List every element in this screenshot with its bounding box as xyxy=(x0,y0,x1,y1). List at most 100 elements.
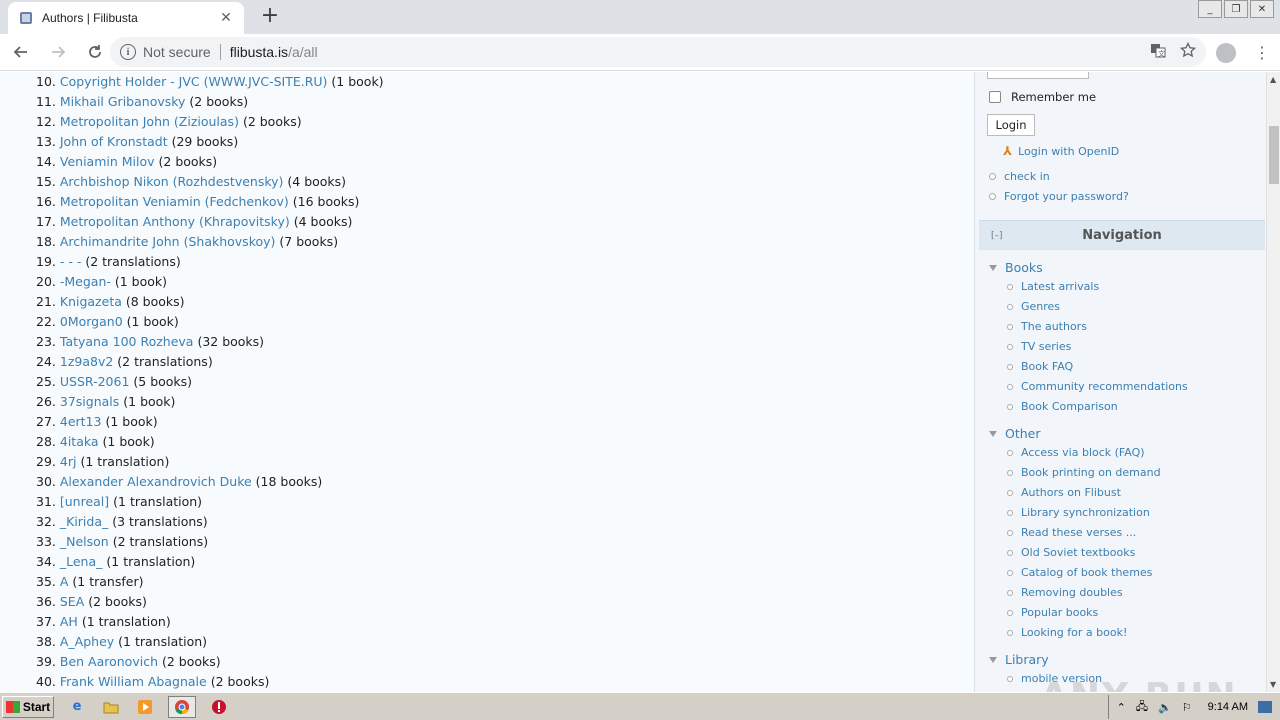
nav-section-books[interactable]: Books xyxy=(989,260,1043,275)
expand-triangle-icon xyxy=(989,430,997,437)
author-link[interactable]: USSR-2061 xyxy=(60,374,130,389)
author-link[interactable]: Archbishop Nikon (Rozhdestvensky) xyxy=(60,174,284,189)
menu-kebab-icon[interactable]: ⋮ xyxy=(1254,43,1270,62)
volume-icon[interactable]: 🔈 xyxy=(1158,701,1172,714)
nav-item-link[interactable]: Removing doubles xyxy=(1007,586,1123,599)
folder-icon[interactable] xyxy=(100,696,122,718)
author-number: 15. xyxy=(36,174,56,189)
author-link[interactable]: 1z9a8v2 xyxy=(60,354,113,369)
close-window-icon[interactable]: ✕ xyxy=(1250,0,1274,18)
author-book-count: (1 book) xyxy=(102,434,155,449)
nav-item-link[interactable]: Library synchronization xyxy=(1007,506,1150,519)
author-link[interactable]: 37signals xyxy=(60,394,119,409)
nav-item-link[interactable]: Latest arrivals xyxy=(1007,280,1099,293)
author-link[interactable]: _Kirida_ xyxy=(60,514,108,529)
login-button[interactable]: Login xyxy=(987,114,1035,136)
author-link[interactable]: [unreal] xyxy=(60,494,109,509)
page-scrollbar[interactable]: ▲ ▼ xyxy=(1266,72,1280,692)
author-link[interactable]: Metropolitan Veniamin (Fedchenkov) xyxy=(60,194,289,209)
author-link[interactable]: AH xyxy=(60,614,78,629)
nav-item-link[interactable]: Access via block (FAQ) xyxy=(1007,446,1145,459)
nav-item-link[interactable]: Authors on Flibust xyxy=(1007,486,1121,499)
new-tab-button[interactable]: + xyxy=(258,5,282,28)
nav-item-link[interactable]: TV series xyxy=(1007,340,1071,353)
profile-avatar-icon[interactable] xyxy=(1216,42,1236,63)
nav-item-link[interactable]: Popular books xyxy=(1007,606,1098,619)
author-link[interactable]: Mikhail Gribanovsky xyxy=(60,94,186,109)
antivirus-icon[interactable] xyxy=(208,696,230,718)
author-number: 36. xyxy=(36,594,56,609)
author-link[interactable]: 4itaka xyxy=(60,434,99,449)
password-input[interactable] xyxy=(987,72,1089,79)
nav-item-link[interactable]: Book Comparison xyxy=(1007,400,1118,413)
bookmark-star-icon[interactable] xyxy=(1179,41,1197,62)
tab-authors[interactable]: Authors | Filibusta ✕ xyxy=(8,2,244,34)
reload-icon[interactable] xyxy=(79,36,111,68)
author-link[interactable]: - - - xyxy=(60,254,81,269)
tray-expand-icon[interactable]: ⌃ xyxy=(1117,701,1126,714)
author-link[interactable]: Knigazeta xyxy=(60,294,122,309)
author-link[interactable]: Frank William Abagnale xyxy=(60,674,207,689)
bullet-icon xyxy=(1007,343,1013,350)
check-in-link[interactable]: check in xyxy=(989,170,1050,183)
show-desktop-icon[interactable] xyxy=(1258,701,1272,713)
author-link[interactable]: Archimandrite John (Shakhovskoy) xyxy=(60,234,276,249)
scroll-up-icon[interactable]: ▲ xyxy=(1270,75,1276,84)
author-link[interactable]: Tatyana 100 Rozheva xyxy=(60,334,194,349)
favicon-icon xyxy=(18,10,34,26)
nav-item-link[interactable]: Genres xyxy=(1007,300,1060,313)
author-link[interactable]: Ben Aaronovich xyxy=(60,654,158,669)
network-icon[interactable]: 🖧 xyxy=(1136,698,1148,717)
author-book-count: (4 books) xyxy=(287,174,347,189)
author-link[interactable]: -Megan- xyxy=(60,274,111,289)
chrome-icon[interactable] xyxy=(168,695,196,718)
author-link[interactable]: Metropolitan John (Zizioulas) xyxy=(60,114,239,129)
nav-item-link[interactable]: Read these verses ... xyxy=(1007,526,1136,539)
restore-icon[interactable]: ❐ xyxy=(1224,0,1248,18)
forward-icon[interactable] xyxy=(42,36,74,68)
nav-item-link[interactable]: Book FAQ xyxy=(1007,360,1073,373)
ie-icon[interactable]: e xyxy=(66,696,88,718)
info-icon[interactable]: i xyxy=(120,44,136,60)
remember-me-checkbox[interactable] xyxy=(989,91,1001,103)
translate-icon[interactable]: 文 xyxy=(1150,42,1166,62)
author-link[interactable]: A_Aphey xyxy=(60,634,114,649)
author-link[interactable]: 0Morgan0 xyxy=(60,314,123,329)
author-list-item: 33. _Nelson (2 translations) xyxy=(36,532,384,552)
author-link[interactable]: 4rj xyxy=(60,454,77,469)
back-icon[interactable] xyxy=(5,36,37,68)
remember-me-row[interactable]: Remember me xyxy=(989,90,1096,104)
start-button[interactable]: Start xyxy=(2,695,54,718)
author-link[interactable]: A xyxy=(60,574,69,589)
author-link[interactable]: Copyright Holder - JVC (WWW.JVC-SITE.RU) xyxy=(60,74,328,89)
login-openid-link[interactable]: ⅄ Login with OpenID xyxy=(1003,144,1119,158)
nav-item-link[interactable]: Book printing on demand xyxy=(1007,466,1161,479)
author-link[interactable]: Veniamin Milov xyxy=(60,154,155,169)
author-link[interactable]: John of Kronstadt xyxy=(60,134,168,149)
authors-main: 10. Copyright Holder - JVC (WWW.JVC-SITE… xyxy=(0,72,974,692)
media-player-icon[interactable] xyxy=(134,696,156,718)
nav-section-library[interactable]: Library xyxy=(989,652,1049,667)
nav-item-link[interactable]: Old Soviet textbooks xyxy=(1007,546,1135,559)
author-link[interactable]: _Nelson xyxy=(60,534,109,549)
author-link[interactable]: _Lena_ xyxy=(60,554,103,569)
address-bar[interactable]: i Not secure flibusta.is /a/all 文 xyxy=(110,37,1206,67)
nav-section-other[interactable]: Other xyxy=(989,426,1041,441)
tab-close-icon[interactable]: ✕ xyxy=(218,10,234,26)
nav-item-link[interactable]: Community recommendations xyxy=(1007,380,1188,393)
url-host: flibusta.is xyxy=(229,44,289,60)
author-link[interactable]: Alexander Alexandrovich Duke xyxy=(60,474,252,489)
author-link[interactable]: SEA xyxy=(60,594,84,609)
forgot-password-link[interactable]: Forgot your password? xyxy=(989,190,1129,203)
minimize-icon[interactable]: _ xyxy=(1198,0,1222,18)
nav-item-link[interactable]: Looking for a book! xyxy=(1007,626,1127,639)
author-link[interactable]: Metropolitan Anthony (Khrapovitsky) xyxy=(60,214,290,229)
author-link[interactable]: 4ert13 xyxy=(60,414,102,429)
nav-item-link[interactable]: Catalog of book themes xyxy=(1007,566,1152,579)
author-number: 28. xyxy=(36,434,56,449)
nav-item-link[interactable]: The authors xyxy=(1007,320,1087,333)
author-number: 11. xyxy=(36,94,56,109)
scroll-thumb[interactable] xyxy=(1269,126,1279,184)
scroll-down-icon[interactable]: ▼ xyxy=(1270,680,1276,689)
flag-icon[interactable]: ⚐ xyxy=(1182,701,1192,714)
